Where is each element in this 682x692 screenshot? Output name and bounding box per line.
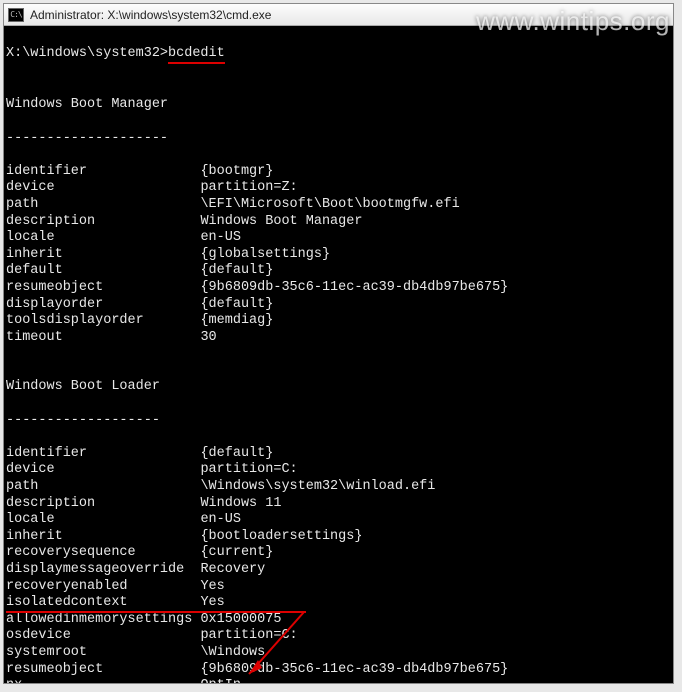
kv-key: device [6,462,200,477]
kv-value: partition=Z: [200,180,297,195]
kv-key: allowedinmemorysettings [6,612,200,627]
output-line: resumeobject {9b6809db-35c6-11ec-ac39-db… [6,662,671,679]
output-line: allowedinmemorysettings 0x15000075 [6,612,671,629]
output-line: default {default} [6,263,671,280]
kv-value: partition=C: [200,462,297,477]
kv-value: en-US [200,512,241,527]
kv-key: path [6,197,200,212]
kv-value: Yes [200,579,224,594]
section-header: Windows Boot Manager [6,97,671,114]
prompt-path: X:\windows\system32> [6,46,168,61]
output-line: path \EFI\Microsoft\Boot\bootmgfw.efi [6,197,671,214]
output-line: device partition=Z: [6,180,671,197]
kv-value: {9b6809db-35c6-11ec-ac39-db4db97be675} [200,280,508,295]
output-line: osdevice partition=C: [6,628,671,645]
kv-value: {default} [200,263,273,278]
annotation-underline [6,611,306,613]
kv-key: inherit [6,529,200,544]
cmd-icon: C:\ [8,8,24,22]
kv-key: isolatedcontext [6,595,200,610]
kv-value: Windows Boot Manager [200,214,362,229]
kv-key: path [6,479,200,494]
section-divider: ------------------- [6,413,671,430]
output-line: locale en-US [6,512,671,529]
output-line: X:\windows\system32>bcdedit [6,46,671,65]
kv-value: {bootloadersettings} [200,529,362,544]
kv-value: {memdiag} [200,313,273,328]
kv-value: {globalsettings} [200,247,330,262]
section-header: Windows Boot Loader [6,379,671,396]
kv-value: 0x15000075 [200,612,281,627]
output-line: device partition=C: [6,462,671,479]
kv-key: osdevice [6,628,200,643]
kv-key: systemroot [6,645,200,660]
output-line: path \Windows\system32\winload.efi [6,479,671,496]
output-line: timeout 30 [6,330,671,347]
kv-key: identifier [6,446,200,461]
output-line: description Windows Boot Manager [6,214,671,231]
kv-key: identifier [6,164,200,179]
kv-value: \Windows [200,645,265,660]
kv-value: OptIn [200,678,241,683]
kv-key: description [6,496,200,511]
kv-value: \EFI\Microsoft\Boot\bootmgfw.efi [200,197,459,212]
kv-value: {default} [200,297,273,312]
kv-value: {default} [200,446,273,461]
output-line: inherit {globalsettings} [6,247,671,264]
output-line: resumeobject {9b6809db-35c6-11ec-ac39-db… [6,280,671,297]
terminal-output[interactable]: X:\windows\system32>bcdedit Windows Boot… [4,26,673,683]
kv-value: Windows 11 [200,496,281,511]
output-line: systemroot \Windows [6,645,671,662]
output-line: displaymessageoverride Recovery [6,562,671,579]
kv-value: {current} [200,545,273,560]
kv-key: description [6,214,200,229]
window-titlebar[interactable]: C:\ Administrator: X:\windows\system32\c… [4,4,673,26]
kv-key: displayorder [6,297,200,312]
kv-value: {9b6809db-35c6-11ec-ac39-db4db97be675} [200,662,508,677]
kv-key: displaymessageoverride [6,562,200,577]
kv-key: locale [6,230,200,245]
kv-key: recoverysequence [6,545,200,560]
window-title: Administrator: X:\windows\system32\cmd.e… [30,8,271,22]
kv-key: locale [6,512,200,527]
kv-key: default [6,263,200,278]
kv-value: {bootmgr} [200,164,273,179]
output-line: recoveryenabled Yes [6,579,671,596]
kv-value: partition=C: [200,628,297,643]
kv-key: resumeobject [6,662,200,677]
output-line: toolsdisplayorder {memdiag} [6,313,671,330]
kv-key: timeout [6,330,200,345]
kv-value: 30 [200,330,216,345]
output-line: displayorder {default} [6,297,671,314]
section-divider: -------------------- [6,131,671,148]
kv-key: inherit [6,247,200,262]
kv-value: \Windows\system32\winload.efi [200,479,435,494]
kv-value: Yes [200,595,224,610]
kv-key: resumeobject [6,280,200,295]
kv-key: device [6,180,200,195]
output-line: nx OptIn [6,678,671,683]
kv-key: recoveryenabled [6,579,200,594]
output-line: inherit {bootloadersettings} [6,529,671,546]
output-line: locale en-US [6,230,671,247]
output-line: recoverysequence {current} [6,545,671,562]
output-line: description Windows 11 [6,496,671,513]
output-line: identifier {bootmgr} [6,164,671,181]
output-line: isolatedcontext Yes [6,595,671,612]
kv-value: Recovery [200,562,265,577]
typed-command: bcdedit [168,46,225,65]
cmd-window: C:\ Administrator: X:\windows\system32\c… [3,3,674,684]
kv-value: en-US [200,230,241,245]
output-line: identifier {default} [6,446,671,463]
kv-key: nx [6,678,200,683]
kv-key: toolsdisplayorder [6,313,200,328]
